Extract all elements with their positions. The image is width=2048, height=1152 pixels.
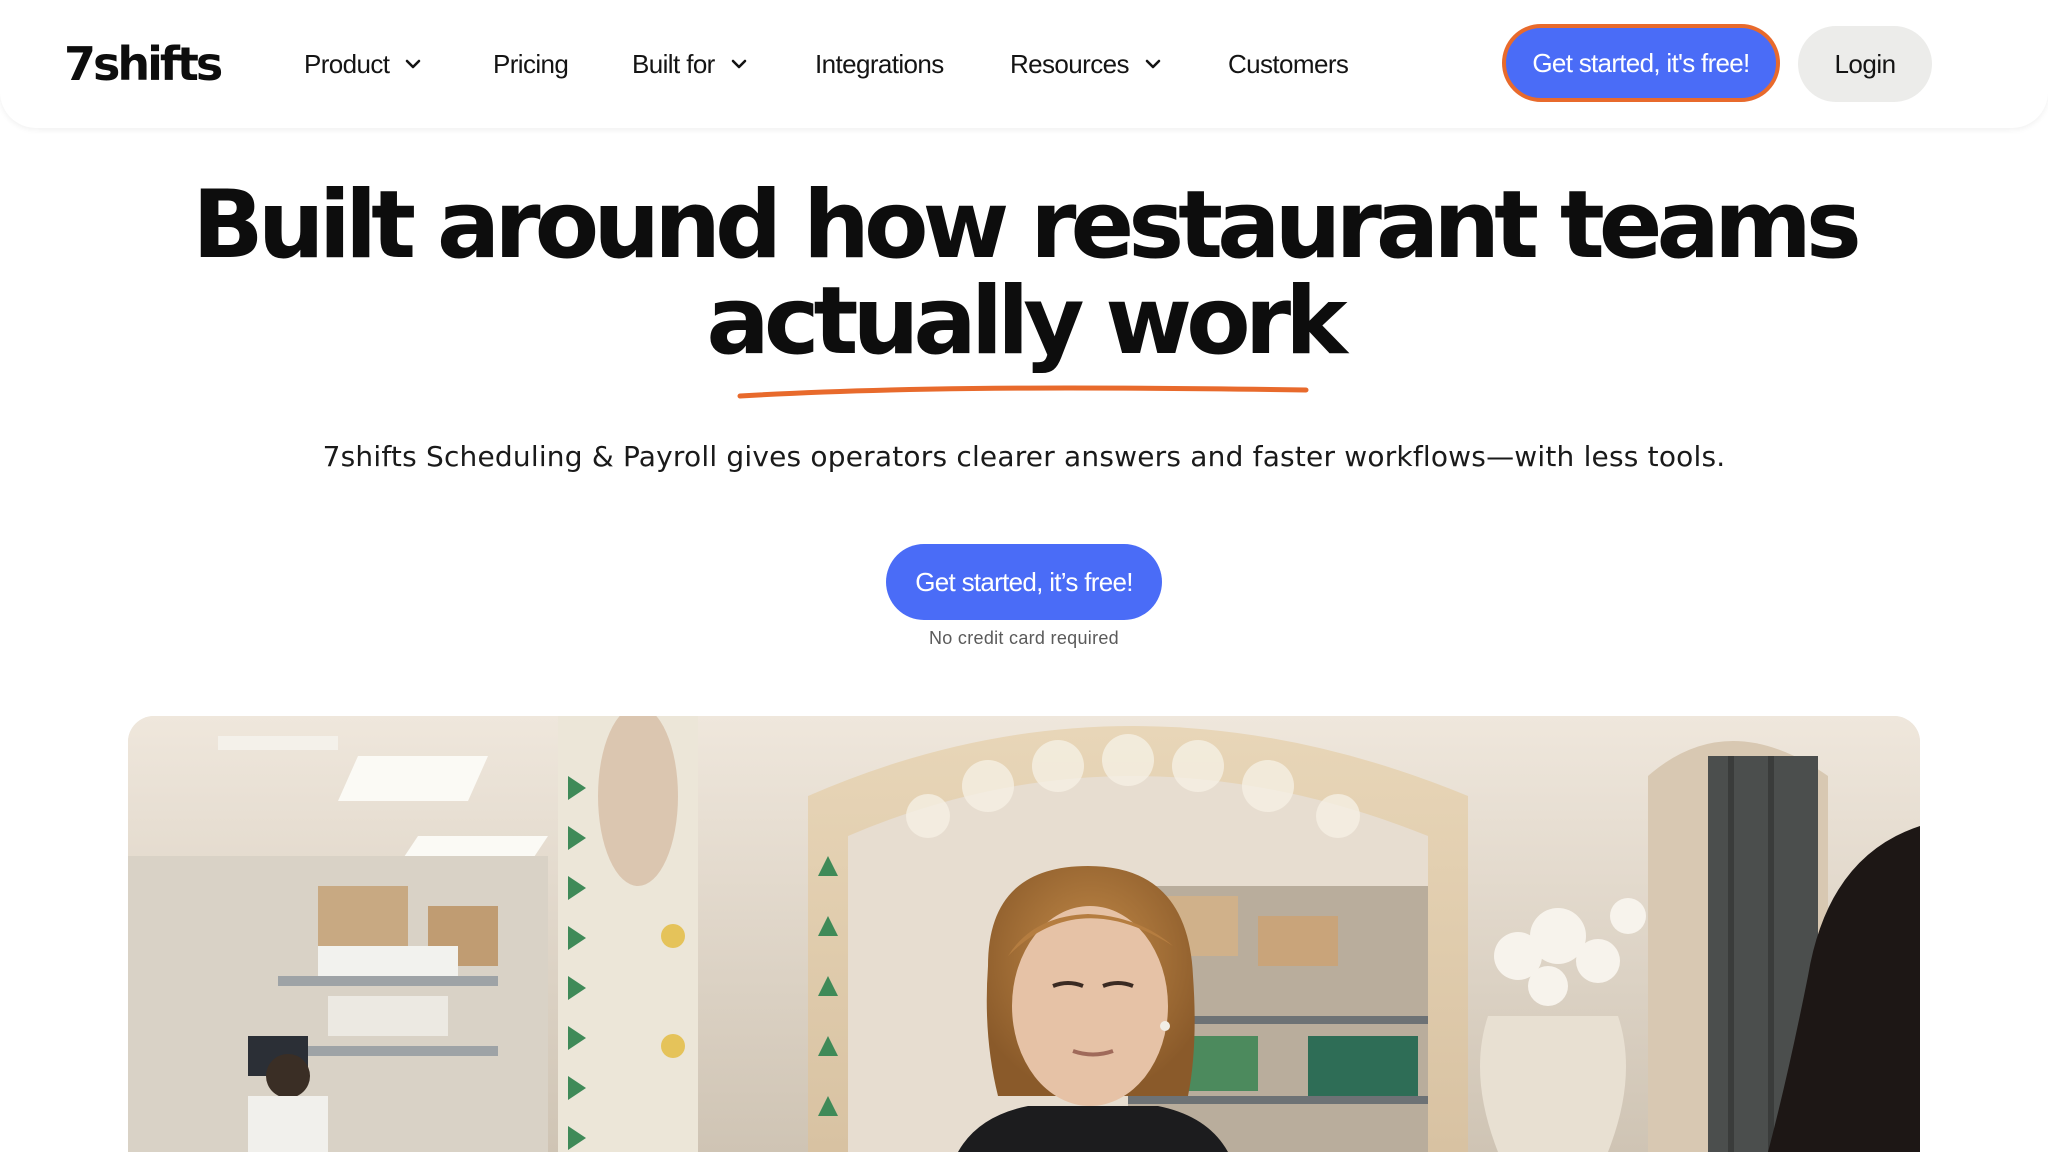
nav-item-label: Integrations — [815, 48, 944, 79]
hero-get-started-button[interactable]: Get started, it’s free! — [886, 544, 1162, 620]
hero-title-line-1: Built around how restaurant teams — [192, 171, 1862, 280]
restaurant-kitchen-image — [128, 716, 1920, 1152]
nav-item-label: Resources — [1010, 48, 1129, 79]
get-started-button[interactable]: Get started, it's free! — [1502, 24, 1780, 102]
hero-video[interactable] — [128, 716, 1920, 1152]
nav-item-pricing[interactable]: Pricing — [493, 44, 569, 84]
nav-item-product[interactable]: Product — [304, 44, 423, 84]
hero-subtitle: 7shifts Scheduling & Payroll gives opera… — [322, 440, 1726, 473]
logo[interactable]: 7shifts — [64, 36, 223, 92]
chevron-down-icon — [731, 59, 747, 69]
nav-item-built-for[interactable]: Built for — [632, 44, 749, 84]
nav-item-label: Customers — [1228, 48, 1349, 79]
login-button[interactable]: Login — [1798, 26, 1932, 102]
nav-item-label: Built for — [632, 48, 715, 79]
nav-item-customers[interactable]: Customers — [1228, 44, 1349, 84]
nav-item-label: Pricing — [493, 48, 569, 79]
nav-item-integrations[interactable]: Integrations — [815, 44, 944, 84]
hero-title-line-2: actually work — [706, 267, 1347, 376]
site-header: 7shifts Product Pricing Built for Integr… — [0, 0, 2048, 128]
nav-item-resources[interactable]: Resources — [1010, 44, 1163, 84]
chevron-down-icon — [1145, 59, 1161, 69]
nav-item-label: Product — [304, 48, 390, 79]
chevron-down-icon — [406, 59, 421, 69]
no-credit-card-note: No credit card required — [929, 628, 1119, 648]
title-underline — [736, 380, 1310, 404]
hero-title: Built around how restaurant teams actual… — [0, 178, 2048, 370]
